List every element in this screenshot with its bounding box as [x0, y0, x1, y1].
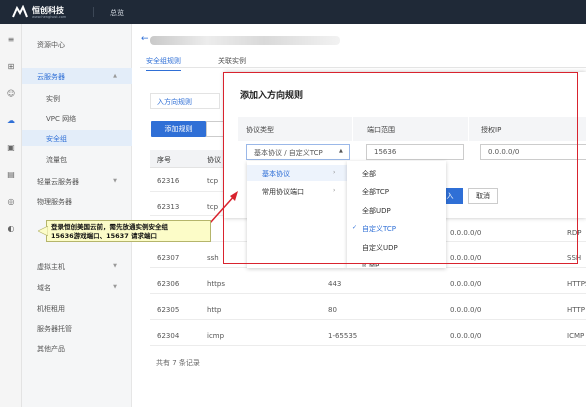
user-icon[interactable]: ☺: [6, 89, 16, 99]
sidebar-item-lightweight-server[interactable]: 轻量云服务器: [37, 177, 79, 187]
tab-associated-instances[interactable]: 关联实例: [218, 56, 246, 66]
tab-security-rules[interactable]: 安全组规则: [146, 56, 181, 71]
chevron-down-icon: ▼: [113, 263, 117, 269]
sidebar-item-instance[interactable]: 实例: [46, 94, 60, 104]
cell-source: 0.0.0.0/0: [450, 332, 482, 340]
cloud-icon[interactable]: ☁: [6, 116, 16, 126]
overview-link[interactable]: 总览: [110, 8, 124, 18]
column-header-protocol: 协议: [207, 156, 221, 164]
logo-subtext: www.henghost.com: [32, 15, 67, 19]
sidebar-item-hosting[interactable]: 服务器托管: [37, 324, 72, 334]
sidebar-item-physical-server[interactable]: 物理服务器: [37, 197, 72, 207]
cell-protocol: https: [207, 280, 226, 288]
topbar-divider: [93, 7, 94, 17]
cell-id: 62316: [157, 177, 180, 185]
menu-icon[interactable]: ≡: [6, 35, 16, 45]
sidebar-item-active-bg: [22, 130, 132, 146]
sidebar: 资源中心 云服务器 ▲ 实例 VPC 网络 安全组 流量包 轻量云服务器 ▼ 物…: [22, 24, 132, 407]
annotation-highlight-box: [223, 72, 578, 264]
chevron-down-icon: ▼: [113, 178, 117, 184]
icon-rail: [0, 24, 22, 407]
sidebar-item-cloud-server[interactable]: 云服务器: [37, 72, 65, 82]
cell-end: HTTP: [567, 306, 585, 314]
sidebar-item-vpc[interactable]: VPC 网络: [46, 114, 76, 124]
cell-protocol: icmp: [207, 332, 225, 340]
subtab-inbound-label: 入方向规则: [157, 98, 192, 106]
blurred-page-title: [150, 36, 340, 45]
cell-protocol: ssh: [207, 254, 219, 262]
chevron-up-icon: ▲: [113, 73, 117, 79]
column-header-id: 序号: [157, 156, 171, 164]
cell-source: 0.0.0.0/0: [450, 280, 482, 288]
sidebar-item-traffic-pack[interactable]: 流量包: [46, 155, 67, 165]
sidebar-item-resource-center[interactable]: 资源中心: [37, 40, 65, 50]
cell-end: ICMP: [567, 332, 585, 340]
annotation-note: 登录恒创美国云前，需先放通实例安全组 15636游戏端口、15637 请求端口: [46, 220, 211, 242]
logo-icon: [12, 5, 28, 18]
tabs-divider: [140, 67, 586, 68]
cell-port: 1-65535: [328, 332, 358, 340]
sidebar-item-other[interactable]: 其他产品: [37, 344, 65, 354]
add-rule-button[interactable]: 添加规则: [151, 121, 206, 137]
support-icon[interactable]: ◐: [6, 224, 16, 234]
chevron-down-icon: ▼: [113, 284, 117, 290]
cell-id: 62305: [157, 306, 180, 314]
cell-source: 0.0.0.0/0: [450, 306, 482, 314]
sidebar-item-security-group[interactable]: 安全组: [46, 134, 67, 144]
annotation-line-2: 15636游戏端口、15637 请求端口: [51, 232, 157, 240]
cell-port: 80: [328, 306, 337, 314]
cell-id: 62304: [157, 332, 180, 340]
top-bar: [0, 0, 586, 24]
cell-id: 62307: [157, 254, 180, 262]
callout-pointer-icon: [38, 226, 48, 236]
cell-id: 62313: [157, 203, 180, 211]
sidebar-item-virtual-host[interactable]: 虚拟主机: [37, 262, 65, 272]
sidebar-item-cabinet[interactable]: 机柜租用: [37, 304, 65, 314]
resource-icon[interactable]: ⊞: [6, 62, 16, 72]
record-count: 共有 7 条记录: [156, 359, 200, 367]
server-icon[interactable]: ▣: [6, 143, 16, 153]
cell-end: HTTPS: [567, 280, 586, 288]
cell-id: 62306: [157, 280, 180, 288]
document-icon[interactable]: ▤: [6, 170, 16, 180]
cell-protocol: http: [207, 306, 222, 314]
globe-icon[interactable]: ◎: [6, 197, 16, 207]
cell-protocol: tcp: [207, 177, 219, 185]
back-arrow-icon[interactable]: ←: [141, 34, 149, 44]
sidebar-item-domain[interactable]: 域名: [37, 283, 51, 293]
annotation-line-1: 登录恒创美国云前，需先放通实例安全组: [51, 223, 168, 231]
cell-port: 443: [328, 280, 342, 288]
